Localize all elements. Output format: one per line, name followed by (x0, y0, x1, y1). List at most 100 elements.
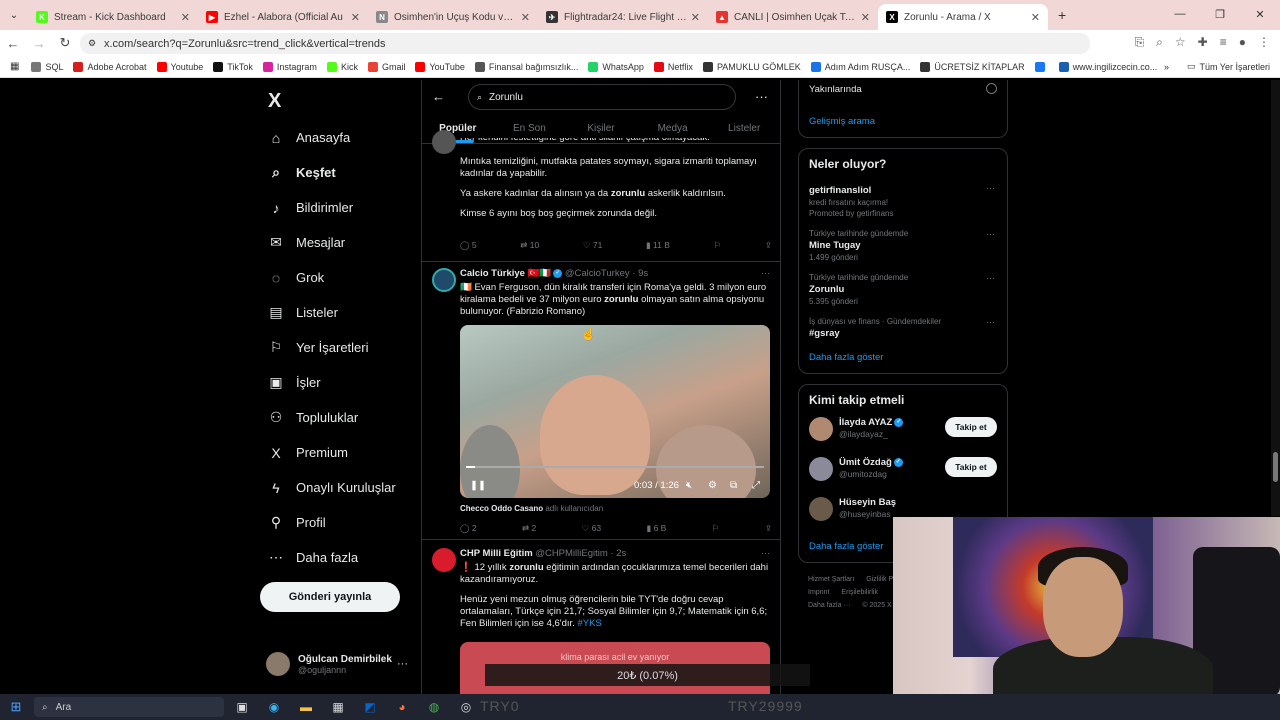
views-button[interactable]: ▮ 6 B (647, 523, 667, 534)
edge-icon[interactable]: ◉ (264, 700, 284, 714)
bookmark-item[interactable]: Kick (326, 61, 358, 72)
bookmark-item[interactable]: www.ingilizcecin.co... (1058, 61, 1157, 72)
nav-item-more[interactable]: ⋯ Daha fazla (258, 540, 418, 575)
pause-icon[interactable]: ❚❚ (470, 480, 486, 491)
windows-start-icon[interactable]: ⊞ (0, 699, 32, 715)
bookmark-item[interactable]: ÜCRETSİZ KİTAPLAR (920, 61, 1025, 72)
bookmark-item[interactable]: Netflix (653, 61, 693, 72)
trend-more-icon[interactable]: ··· (986, 273, 995, 283)
media-icon[interactable]: ≡ (1220, 35, 1227, 50)
more-bookmarks-icon[interactable]: » (1164, 62, 1169, 72)
account-switcher[interactable]: Oğulcan Demirbilek @oguljannn ··· (266, 652, 416, 676)
trend-item[interactable]: Türkiye tarihinde gündemde Zorunlu 5.395 g… (799, 267, 1007, 311)
extensions-icon[interactable]: ✚ (1198, 35, 1208, 50)
browser-tab[interactable]: X Zorunlu - Arama / X ✕ (878, 4, 1048, 30)
repost-button[interactable]: ⇄ 2 (522, 523, 536, 534)
nav-item-profile[interactable]: ⚲ Profil (258, 505, 418, 540)
firefox-icon[interactable]: ◕ (392, 700, 412, 714)
bookmark-item[interactable]: Adobe Acrobat (73, 61, 147, 72)
follow-suggestion[interactable]: Ümit Özdağ ✓ @umitozdag Takip et (799, 453, 1007, 493)
tweet[interactable]: Her kendini festettiğine göre anti silah… (422, 130, 780, 262)
hashtag-link[interactable]: #YKS (577, 618, 601, 629)
location-filter-radio[interactable] (986, 83, 997, 94)
nav-item-notifications[interactable]: ♪ Bildirimler (258, 190, 418, 225)
footer-link[interactable]: © 2025 X (862, 602, 891, 609)
nav-item-messages[interactable]: ✉ Mesajlar (258, 225, 418, 260)
close-tab-icon[interactable]: ✕ (181, 11, 190, 24)
bookmark-item[interactable]: Youtube (156, 61, 203, 72)
bookmark-item[interactable]: Finansal bağımsızlık... (474, 61, 578, 72)
bookmark-item[interactable]: Instagram (262, 61, 317, 72)
tweet[interactable]: Calcio Türkiye 🇹🇷🇮🇹 ✓ @CalcioTurkey · 9s … (422, 262, 780, 540)
follow-button[interactable]: Takip et (945, 457, 997, 477)
nav-item-lists[interactable]: ▤ Listeler (258, 295, 418, 330)
author-handle[interactable]: @CalcioTurkey (565, 268, 630, 279)
trend-more-icon[interactable]: ··· (986, 229, 995, 239)
footer-link[interactable]: Gizlilik P (866, 576, 893, 583)
close-tab-icon[interactable]: ✕ (861, 11, 870, 24)
footer-link[interactable]: Erişilebilirlik (841, 589, 878, 596)
bookmark-item[interactable]: Adım Adım RUSÇA... (810, 61, 910, 72)
close-icon[interactable]: ✕ (1240, 0, 1280, 28)
reply-button[interactable]: ◯ 2 (460, 523, 477, 534)
close-tab-icon[interactable]: ✕ (351, 11, 360, 24)
browser-tab[interactable]: ▲ CANLI | Osimhen Uçak Takip Ko ✕ (708, 4, 878, 30)
post-button[interactable]: Gönderi yayınla (260, 582, 400, 612)
outlook-icon[interactable]: ◩ (360, 700, 380, 714)
nav-item-home[interactable]: ⌂ Anasayfa (258, 120, 418, 155)
nav-item-explore[interactable]: ⌕ Keşfet (258, 155, 418, 190)
nav-item-bookmarks[interactable]: ⚐ Yer İşaretleri (258, 330, 418, 365)
star-icon[interactable]: ☆ (1175, 35, 1186, 50)
nav-item-jobs[interactable]: ▣ İşler (258, 365, 418, 400)
follow-button[interactable]: Takip et (945, 417, 997, 437)
scrollbar-thumb[interactable] (1273, 452, 1278, 482)
bookmark-item[interactable]: TikTok (213, 61, 253, 72)
url-bar[interactable]: ⚙ x.com/search?q=Zorunlu&src=trend_click… (80, 33, 1090, 54)
views-button[interactable]: ▮ 11 B (646, 240, 670, 251)
obs-icon[interactable]: ◎ (456, 700, 476, 714)
bookmark-icon[interactable]: ⚐ (712, 523, 720, 534)
pip-icon[interactable]: ⧉ (730, 480, 737, 491)
reply-button[interactable]: ◯ 5 (460, 240, 477, 251)
footer-link[interactable]: Daha fazla ··· (808, 602, 850, 609)
like-button[interactable]: ♡ 71 (583, 240, 602, 251)
like-button[interactable]: ♡ 63 (582, 523, 601, 534)
author-name[interactable]: CHP Milli Eğitim (460, 548, 533, 559)
reload-icon[interactable]: ↻ (52, 35, 78, 51)
video-progress-bar[interactable] (466, 466, 764, 468)
back-icon[interactable]: ← (0, 36, 26, 51)
zoom-icon[interactable]: ⌕ (1156, 35, 1163, 50)
all-bookmarks[interactable]: » ▭ Tüm Yer İşaretleri (1164, 61, 1270, 72)
share-icon[interactable]: ⇪ (765, 523, 772, 534)
author-handle[interactable]: @CHPMilliEgitim (535, 548, 607, 559)
x-logo-icon[interactable]: X (268, 90, 418, 120)
store-icon[interactable]: ▦ (328, 700, 348, 714)
footer-link[interactable]: Hizmet Şartları (808, 576, 854, 583)
repost-button[interactable]: ⇄ 10 (520, 240, 539, 251)
browser-tab[interactable]: ✈ Flightradar24: Live Flight Tracke ✕ (538, 4, 708, 30)
trends-show-more[interactable]: Daha fazla göster (799, 344, 1007, 373)
nav-item-verified-orgs[interactable]: ϟ Onaylı Kuruluşlar (258, 470, 418, 505)
bookmark-icon[interactable]: ⚐ (714, 240, 722, 251)
bookmark-item[interactable] (1034, 61, 1049, 72)
bookmark-item[interactable]: PAMUKLU GÖMLEK (702, 61, 801, 72)
bookmark-item[interactable]: YouTube (415, 61, 465, 72)
minimize-icon[interactable]: — (1160, 0, 1200, 28)
chrome-icon[interactable]: ◍ (424, 700, 444, 714)
taskbar-search[interactable]: ⌕ Ara (34, 697, 224, 717)
bookmark-item[interactable]: WhatsApp (588, 61, 644, 72)
trend-more-icon[interactable]: ··· (986, 183, 995, 193)
close-tab-icon[interactable]: ✕ (1031, 11, 1040, 24)
video-player[interactable]: ❚❚ 0:03 / 1:26 🔇︎ ⚙ ⧉ ⤢ (460, 325, 770, 498)
tweet-more-icon[interactable]: ··· (761, 268, 770, 278)
new-tab-button[interactable]: + (1058, 7, 1066, 23)
author-name[interactable]: Calcio Türkiye 🇹🇷🇮🇹 (460, 268, 551, 279)
follow-suggestion[interactable]: İlayda AYAZ ✓ @ilaydayaz_ Takip et (799, 413, 1007, 453)
menu-icon[interactable]: ⋮ (1258, 35, 1270, 50)
share-icon[interactable]: ⇪ (765, 240, 772, 251)
close-tab-icon[interactable]: ✕ (691, 11, 700, 24)
trend-more-icon[interactable]: ··· (986, 317, 995, 327)
settings-icon[interactable]: ⚙ (708, 480, 717, 491)
more-icon[interactable]: ··· (397, 658, 408, 670)
browser-tab[interactable]: N Osimhen'in Uçuş Kodu ve İniş S ✕ (368, 4, 538, 30)
